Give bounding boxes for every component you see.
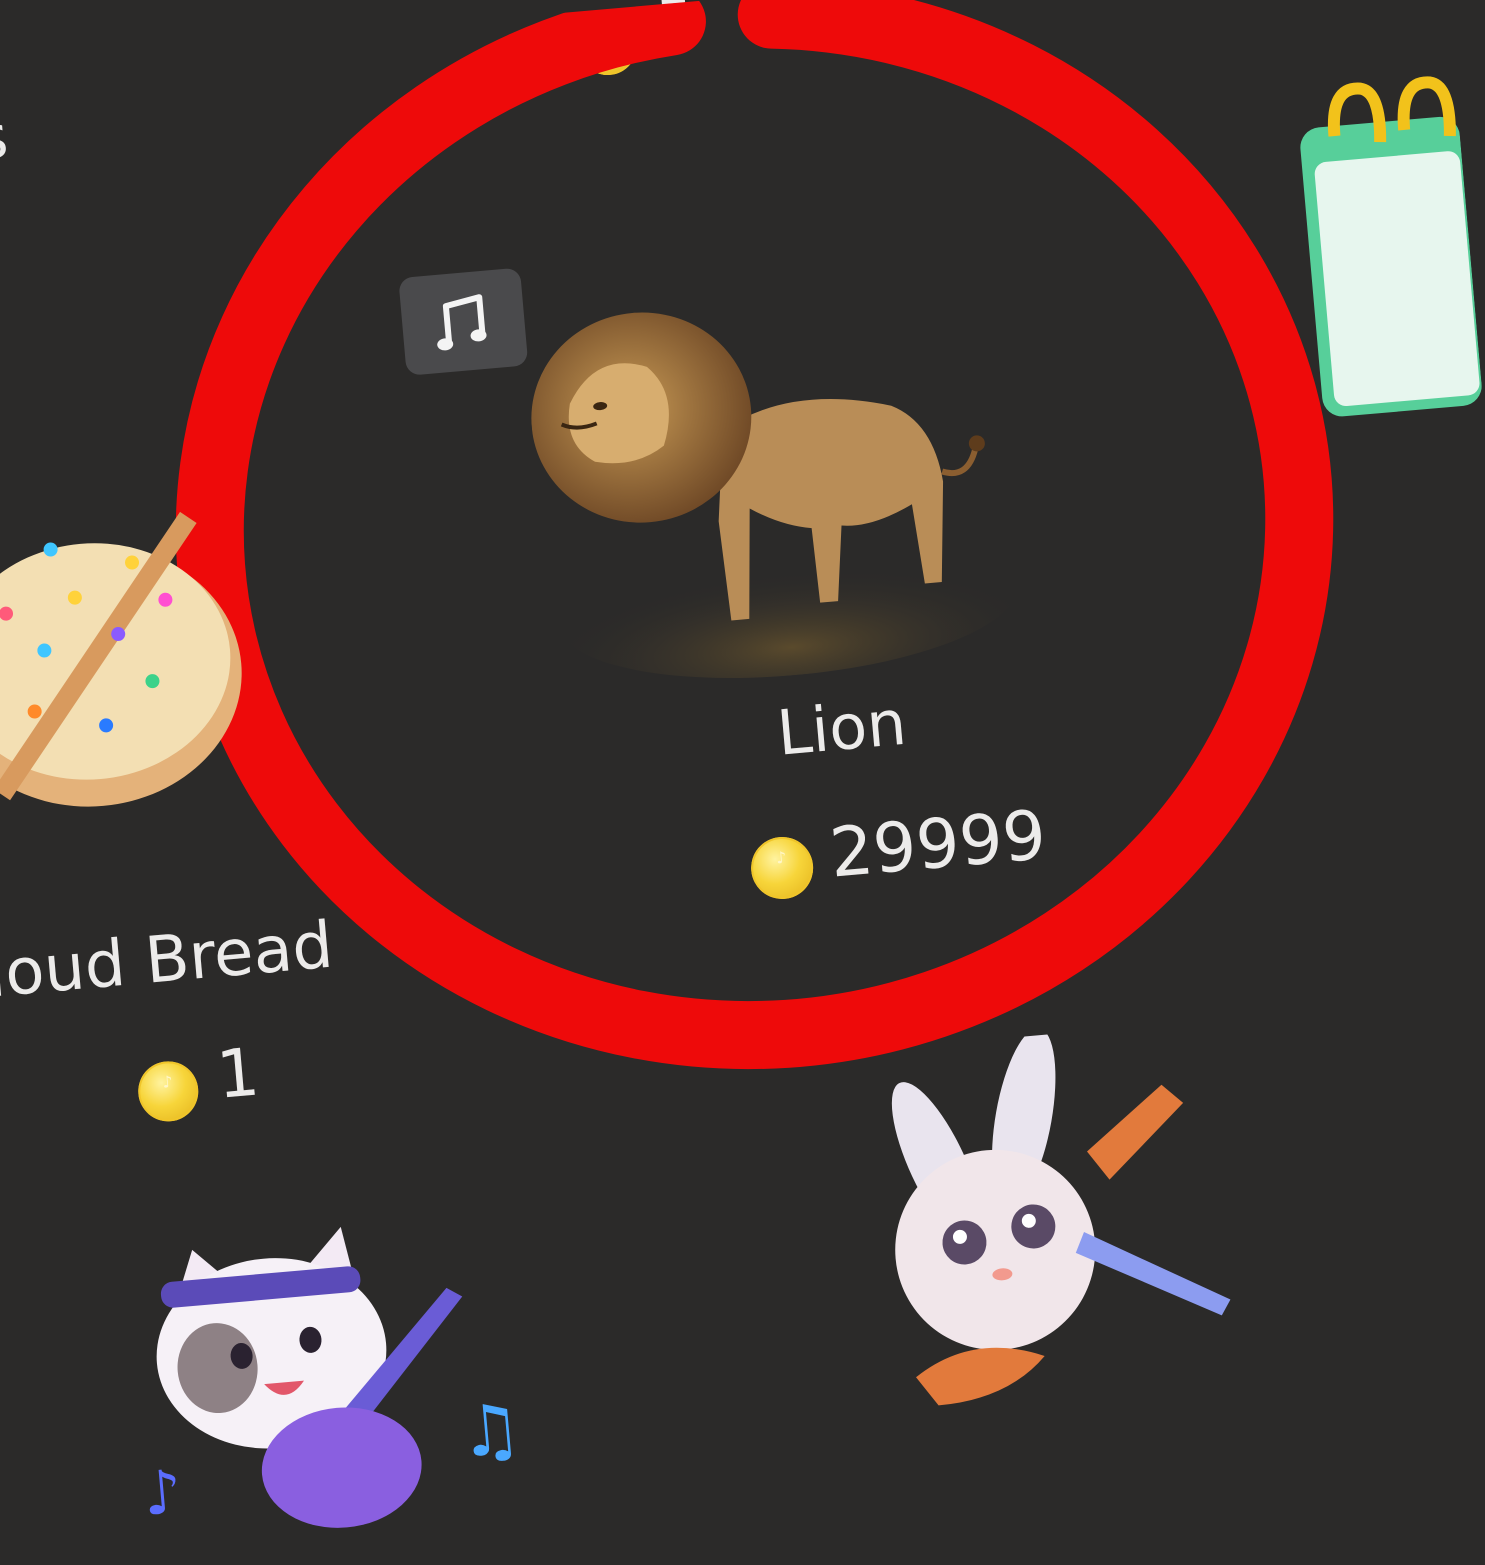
bunny-carrot-icon	[891, 1028, 1231, 1406]
svg-text:♪: ♪	[140, 1457, 184, 1530]
cloud-bread-image	[0, 511, 242, 807]
gift-price: 1	[213, 1033, 263, 1114]
calendar-icon	[1300, 76, 1482, 417]
svg-text:♫: ♫	[456, 1387, 526, 1474]
cat-guitar-icon: ♫ ♪	[140, 1226, 526, 1530]
gift-panel: us 8 5	[0, 0, 1485, 1547]
